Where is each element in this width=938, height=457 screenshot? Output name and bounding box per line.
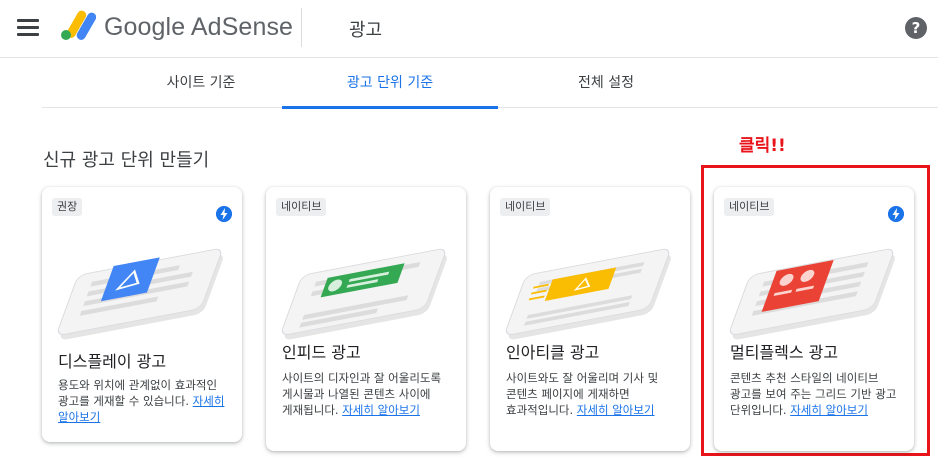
card-title: 디스플레이 광고 [58,352,167,371]
card-badge: 권장 [52,198,83,216]
adsense-logo-icon [61,10,96,40]
page-title: 광고 [349,20,383,41]
header-divider [301,8,302,47]
help-icon[interactable]: ? [905,17,927,39]
card-badge: 네이티브 [724,198,775,216]
card-title: 멀티플렉스 광고 [730,343,839,362]
hamburger-menu-icon[interactable] [17,19,39,37]
brand-name: Google AdSense [104,13,294,41]
tab-global-settings[interactable]: 전체 설정 [498,58,714,108]
tab-by-site[interactable]: 사이트 기준 [93,58,309,108]
card-title: 인피드 광고 [282,343,361,362]
card-infeed-ad[interactable]: 네이티브 인피드 광고 사이트의 디자인과 잘 어울리도록 게시물과 나열된 콘… [266,187,466,451]
card-in-article-ad[interactable]: 네이티브 인아티클 광고 사이트와도 잘 어울리며 기사 및 콘텐츠 페이지에 … [490,187,690,451]
card-multiplex-ad[interactable]: 네이티브 멀티플렉스 광고 콘텐츠 추천 스타일의 네이티브 광고를 보여 주는… [714,187,914,451]
card-description: 콘텐츠 추천 스타일의 네이티브 광고를 보여 주는 그리드 기반 광고 단위입… [730,370,902,418]
display-ad-illustration-icon [57,248,223,340]
tab-bar: 사이트 기준 광고 단위 기준 전체 설정 [42,58,938,109]
bolt-icon [888,206,904,222]
card-badge: 네이티브 [276,198,327,216]
click-annotation: 클릭!! [739,136,786,156]
section-title: 신규 광고 단위 만들기 [43,150,210,171]
learn-more-link[interactable]: 자세히 알아보기 [790,403,868,417]
multiplex-ad-illustration-icon [729,248,895,340]
card-description: 용도와 위치에 관계없이 효과적인 광고를 게재할 수 있습니다. 자세히 알아… [58,377,230,425]
bolt-icon [216,206,232,222]
card-display-ad[interactable]: 권장 디스플레이 광고 용도와 위치에 관계없이 효과적인 광고를 게재할 수 … [42,187,242,442]
tab-by-ad-unit[interactable]: 광고 단위 기준 [282,58,498,109]
card-description: 사이트의 디자인과 잘 어울리도록 게시물과 나열된 콘텐츠 사이에 게재됩니다… [282,370,454,418]
top-app-bar: Google AdSense 광고 ? [0,0,938,58]
in-article-ad-illustration-icon [505,248,671,340]
tab-label: 사이트 기준 [166,75,236,91]
learn-more-link[interactable]: 자세히 알아보기 [342,403,420,417]
tab-label: 전체 설정 [578,75,634,91]
card-description: 사이트와도 잘 어울리며 기사 및 콘텐츠 페이지에 게재하면 효과적입니다. … [506,370,678,418]
card-badge: 네이티브 [500,198,551,216]
tab-label: 광고 단위 기준 [346,75,434,91]
card-title: 인아티클 광고 [506,343,600,362]
active-tab-indicator [282,106,498,109]
infeed-ad-illustration-icon [281,248,447,340]
learn-more-link[interactable]: 자세히 알아보기 [577,403,655,417]
